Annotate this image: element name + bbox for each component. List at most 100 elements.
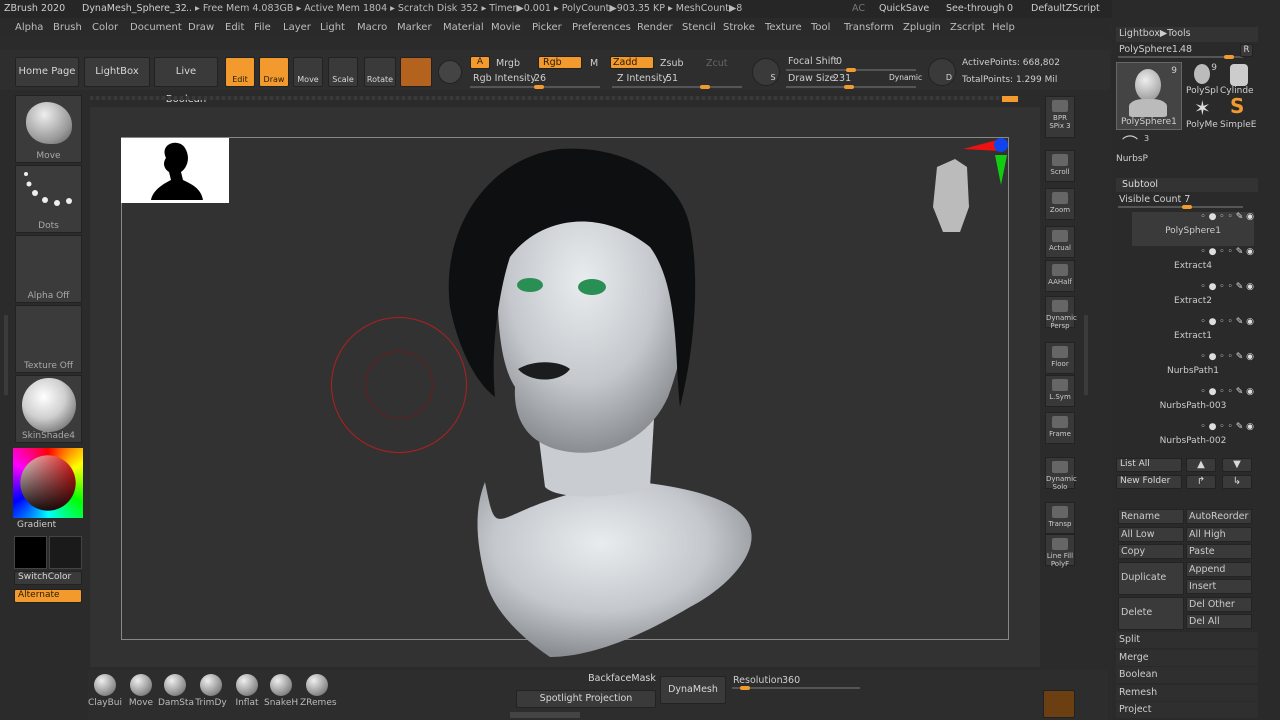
menu-item-brush[interactable]: Brush xyxy=(53,22,82,33)
delete-button[interactable]: Delete xyxy=(1118,597,1184,630)
a-toggle[interactable]: A xyxy=(470,56,490,69)
navigation-gizmo[interactable] xyxy=(925,137,1010,242)
subtool-visibility-icon[interactable]: ◦ ● ◦ ◦ ✎ ◉ xyxy=(1132,247,1254,261)
right-tool-dynamic-solo[interactable]: Dynamic Solo xyxy=(1045,457,1077,491)
backface-mask-button[interactable]: BackfaceMask xyxy=(588,673,656,687)
move-button[interactable]: Move xyxy=(293,57,323,87)
texture-selector[interactable]: Texture Off xyxy=(15,305,82,373)
resolution-slider[interactable] xyxy=(732,686,860,690)
draw-size-label[interactable]: Draw Size xyxy=(788,73,835,84)
right-tool-actual[interactable]: Actual xyxy=(1045,226,1075,258)
alpha-selector[interactable]: Alpha Off xyxy=(15,235,82,303)
right-tool-transp[interactable]: Transp xyxy=(1045,502,1075,534)
secondary-color-swatch[interactable] xyxy=(49,536,82,569)
sculptris-s-icon[interactable]: S xyxy=(752,58,780,86)
remesh-section[interactable]: Remesh xyxy=(1116,685,1258,701)
draw-button[interactable]: Draw xyxy=(259,57,289,87)
subtool-item[interactable]: ◦ ● ◦ ◦ ✎ ◉ NurbsPath-003 xyxy=(1132,387,1254,421)
corner-orange-icon[interactable] xyxy=(1043,690,1075,718)
subtool-item[interactable]: ◦ ● ◦ ◦ ✎ ◉ PolySphere1 xyxy=(1132,212,1254,246)
rgb-intensity-label[interactable]: Rgb Intensity xyxy=(473,73,536,84)
menu-item-alpha[interactable]: Alpha xyxy=(15,22,43,33)
subtool-visibility-icon[interactable]: ◦ ● ◦ ◦ ✎ ◉ xyxy=(1132,387,1254,401)
zcut-toggle[interactable]: Zcut xyxy=(706,58,727,69)
sculpt-model[interactable] xyxy=(120,137,1010,657)
menu-item-draw[interactable]: Draw xyxy=(188,22,214,33)
right-tool-dynamic[interactable]: Dynamic Persp xyxy=(1045,296,1077,330)
brush-selector[interactable]: Move xyxy=(15,95,82,163)
rename-button[interactable]: Rename xyxy=(1118,509,1184,524)
paste-button[interactable]: Paste xyxy=(1186,544,1252,559)
insert-button[interactable]: Insert xyxy=(1186,579,1252,594)
subtool-item[interactable]: ◦ ● ◦ ◦ ✎ ◉ NurbsPath1 xyxy=(1132,352,1254,386)
subtool-item[interactable]: ◦ ● ◦ ◦ ✎ ◉ Extract1 xyxy=(1132,317,1254,351)
tool-thumb-nurbspath[interactable]: ⌒ 3 NurbsP xyxy=(1116,130,1150,164)
dynamic-toggle[interactable]: Dynamic xyxy=(889,73,922,82)
right-tool-frame[interactable]: Frame xyxy=(1045,412,1075,444)
brush-button[interactable]: ZRemes xyxy=(300,674,337,710)
folder-out-icon[interactable]: ↳ xyxy=(1222,475,1252,489)
brush-button[interactable]: SnakeH xyxy=(264,674,298,710)
bottom-tray-toggle-icon[interactable] xyxy=(510,712,580,718)
canvas-ruler-marker[interactable] xyxy=(1002,96,1018,102)
quicksave-button[interactable]: QuickSave xyxy=(879,3,929,14)
subtool-item[interactable]: ◦ ● ◦ ◦ ✎ ◉ Extract4 xyxy=(1132,247,1254,281)
autoreorder-button[interactable]: AutoReorder xyxy=(1186,509,1252,524)
right-tool-aahalf[interactable]: AAHalf xyxy=(1045,260,1075,292)
z-intensity-slider[interactable] xyxy=(612,85,742,89)
del-other-button[interactable]: Del Other xyxy=(1186,597,1252,612)
mrgb-toggle[interactable]: Mrgb xyxy=(496,58,520,69)
brush-button[interactable]: Move xyxy=(124,674,158,710)
r-button[interactable]: R xyxy=(1240,44,1253,57)
move-up-icon[interactable]: ▲ xyxy=(1186,458,1216,472)
spotlight-projection-button[interactable]: Spotlight Projection xyxy=(516,690,656,708)
tool-thumb-simplebrush[interactable]: S SimpleE xyxy=(1220,94,1256,130)
home-page-button[interactable]: Home Page xyxy=(15,57,79,87)
subtool-item[interactable]: ◦ ● ◦ ◦ ✎ ◉ Extract2 xyxy=(1132,282,1254,316)
list-all-button[interactable]: List All xyxy=(1116,458,1182,472)
visible-count-slider[interactable] xyxy=(1118,205,1243,209)
menu-item-picker[interactable]: Picker xyxy=(532,22,562,33)
all-low-button[interactable]: All Low xyxy=(1118,527,1184,542)
color-picker[interactable] xyxy=(13,448,83,518)
menu-item-material[interactable]: Material xyxy=(443,22,484,33)
subtool-visibility-icon[interactable]: ◦ ● ◦ ◦ ✎ ◉ xyxy=(1132,317,1254,331)
menu-item-stencil[interactable]: Stencil xyxy=(682,22,716,33)
subtool-header[interactable]: Subtool xyxy=(1116,178,1258,192)
tool-thumb-polyspl[interactable]: 9 PolySpl xyxy=(1186,62,1220,96)
duplicate-button[interactable]: Duplicate xyxy=(1118,562,1184,595)
subtool-visibility-icon[interactable]: ◦ ● ◦ ◦ ✎ ◉ xyxy=(1132,282,1254,296)
copy-button[interactable]: Copy xyxy=(1118,544,1184,559)
tool-thumb-cylinder[interactable]: Cylinde xyxy=(1220,62,1256,96)
subtool-visibility-icon[interactable]: ◦ ● ◦ ◦ ✎ ◉ xyxy=(1132,422,1254,436)
folder-arrow-icon[interactable]: ↱ xyxy=(1186,475,1216,489)
right-scroll-handle[interactable] xyxy=(1084,315,1088,395)
left-scroll-handle[interactable] xyxy=(4,315,8,395)
dynamesh-button[interactable]: DynaMesh xyxy=(660,676,726,704)
m-toggle[interactable]: M xyxy=(590,58,598,69)
menu-item-marker[interactable]: Marker xyxy=(397,22,432,33)
tool-thumb-polymesh[interactable]: ✶ PolyMe xyxy=(1186,96,1220,130)
menu-item-light[interactable]: Light xyxy=(320,22,345,33)
switch-color-button[interactable]: SwitchColor xyxy=(14,571,82,585)
split-section[interactable]: Split xyxy=(1116,632,1258,648)
default-zscript-button[interactable]: DefaultZScript xyxy=(1031,3,1100,14)
new-folder-button[interactable]: New Folder xyxy=(1116,475,1182,489)
zadd-toggle[interactable]: Zadd xyxy=(610,56,654,69)
focal-shift-label[interactable]: Focal Shift xyxy=(788,56,837,67)
del-all-button[interactable]: Del All xyxy=(1186,614,1252,629)
material-sphere-icon[interactable] xyxy=(400,57,432,87)
boolean-section[interactable]: Boolean xyxy=(1116,667,1258,683)
right-tool-zoom[interactable]: Zoom xyxy=(1045,188,1075,220)
resolution-label[interactable]: Resolution xyxy=(733,675,783,686)
rgb-intensity-slider[interactable] xyxy=(470,85,600,89)
dynamic-d-icon[interactable]: D xyxy=(928,58,956,86)
menu-item-document[interactable]: Document xyxy=(130,22,182,33)
menu-item-help[interactable]: Help xyxy=(992,22,1015,33)
tool-slider[interactable] xyxy=(1118,55,1243,59)
append-button[interactable]: Append xyxy=(1186,562,1252,577)
see-through-label[interactable]: See-through xyxy=(946,3,1004,14)
subtool-visibility-icon[interactable]: ◦ ● ◦ ◦ ✎ ◉ xyxy=(1132,212,1254,226)
menu-item-stroke[interactable]: Stroke xyxy=(723,22,755,33)
right-tool-bpr[interactable]: BPR SPix 3 xyxy=(1045,96,1075,138)
